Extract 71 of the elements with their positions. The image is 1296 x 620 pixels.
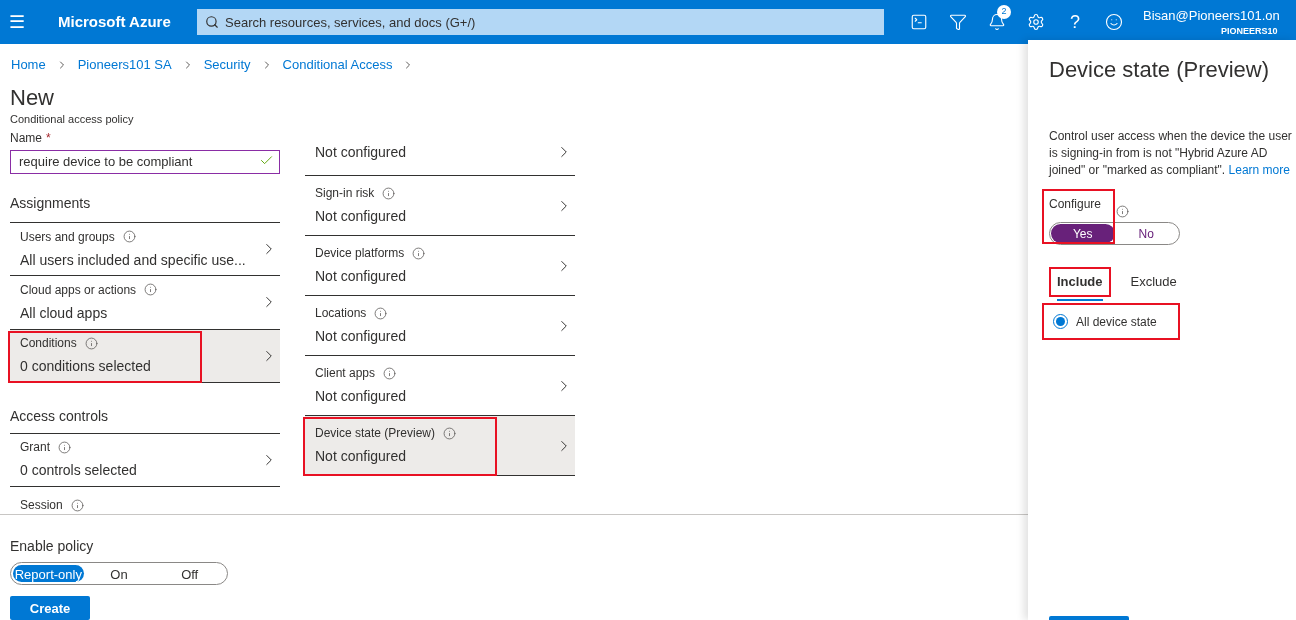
breadcrumb-link[interactable]: Conditional Access [282, 55, 393, 75]
breadcrumb-link[interactable]: Home [11, 55, 46, 75]
section-heading: Access controls [10, 405, 280, 434]
feedback-icon[interactable] [1105, 13, 1123, 31]
tab[interactable]: Include [1049, 267, 1111, 297]
item-label: Users and groups [20, 228, 115, 246]
page-title: New [9, 84, 55, 111]
item-value: Not configured [315, 447, 408, 466]
item-label: Sign-in risk [315, 185, 375, 202]
bell-icon[interactable] [988, 13, 1006, 31]
page-subtitle: Conditional access policy [9, 111, 135, 127]
toggle-option[interactable]: No [1114, 224, 1178, 243]
info-icon [144, 283, 158, 297]
menu-button[interactable]: ☰ [2, 8, 32, 36]
help-button[interactable]: ? [1066, 8, 1084, 36]
item-value: All users included and specific use... [20, 250, 247, 270]
toggle-option[interactable]: Report-only [13, 565, 84, 582]
info-icon [84, 336, 98, 350]
required-mark: * [46, 130, 51, 147]
info-icon [374, 306, 388, 320]
item-label: Device platforms [315, 245, 405, 262]
notification-badge: 2 [997, 5, 1011, 19]
item-value: Not configured [315, 207, 408, 226]
breadcrumb-link[interactable]: Pioneers101 SA [77, 55, 172, 75]
tab-underline [1057, 299, 1103, 301]
item-value: 0 conditions selected [20, 357, 152, 377]
info-icon [70, 498, 84, 512]
search-field[interactable]: Search resources, services, and docs (G+/) [197, 9, 884, 35]
item-value: Not configured [315, 327, 408, 346]
info-icon [1116, 205, 1129, 218]
toggle-option[interactable]: Off [154, 565, 225, 582]
item-label: Locations [315, 305, 367, 322]
info-icon [383, 366, 397, 380]
condition-item[interactable]: Device state (Preview) Not configured [305, 416, 575, 476]
item-label: Grant [20, 439, 50, 457]
name-field[interactable]: require device to be compliant [10, 149, 280, 174]
learn-more-link[interactable]: Learn more [1228, 163, 1290, 177]
info-icon [122, 230, 136, 244]
item-label: Conditions [20, 335, 77, 353]
breadcrumb-link[interactable]: Security [203, 55, 251, 75]
item-label: Session [20, 497, 63, 514]
panel-title: Device state (Preview) [1049, 56, 1271, 84]
account-name[interactable]: Bisan@Pioneers101.on [1143, 5, 1280, 25]
item-value: Not configured [315, 387, 408, 406]
tenant-name: PIONEERS10 [1221, 25, 1278, 38]
item-value: 0 controls selected [20, 461, 138, 481]
info-icon [412, 246, 426, 260]
panel-description: Control user access when the device the user is signing-in from is not "Hybrid Azure AD joined" or "marked as compliant". Learn more [1049, 128, 1292, 179]
search-icon [205, 15, 219, 29]
field-label: Name [10, 130, 42, 147]
create-button[interactable]: Create [10, 596, 90, 620]
brand-name: Microsoft Azure [58, 11, 172, 32]
radio-option[interactable]: All device state [1042, 303, 1180, 340]
toggle-option[interactable]: On [83, 565, 155, 582]
radio-label: All device state [1076, 313, 1157, 331]
info-icon [58, 440, 71, 454]
tab[interactable]: Exclude [1122, 267, 1185, 297]
condition-item[interactable]: Conditions 0 conditions selected [10, 329, 280, 383]
item-label: Device state (Preview) [315, 425, 436, 442]
info-icon [443, 426, 457, 440]
field-label: Configure [1049, 196, 1102, 213]
settings-icon[interactable] [1027, 13, 1045, 31]
field-label: Enable policy [10, 537, 95, 556]
filter-icon[interactable] [949, 13, 967, 31]
item-value: Not configured [315, 267, 408, 286]
item-value: Not configured [315, 142, 408, 162]
info-icon [382, 186, 396, 200]
terminal-icon[interactable] [910, 13, 928, 31]
item-label: Client apps [315, 365, 376, 382]
item-label: Cloud apps or actions [20, 281, 137, 299]
item-value: All cloud apps [20, 303, 109, 323]
